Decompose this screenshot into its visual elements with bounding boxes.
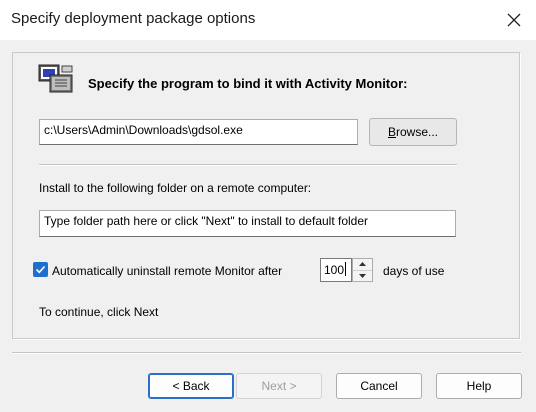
auto-uninstall-label: Automatically uninstall remote Monitor a… [52,264,283,278]
options-panel [12,52,521,340]
arrow-up-icon [359,262,366,267]
days-suffix-label: days of use [383,264,445,278]
days-value: 100 [324,263,345,277]
days-spinner[interactable] [352,258,373,282]
days-input[interactable]: 100 [320,258,352,282]
checkmark-icon [35,265,46,274]
browse-accelerator: B [387,125,396,139]
back-button[interactable]: < Back [148,373,234,399]
browse-label-rest: rowse... [396,125,439,139]
spin-up-button[interactable] [353,259,372,271]
footer-separator [12,352,521,354]
window-title: Specify deployment package options [11,10,256,27]
auto-uninstall-checkbox[interactable] [33,262,48,277]
help-button[interactable]: Help [436,373,522,399]
program-path-input[interactable]: c:\Users\Admin\Downloads\gdsol.exe [39,119,358,145]
close-button[interactable] [492,0,536,40]
remote-folder-input[interactable]: Type folder path here or click "Next" to… [39,210,456,237]
continue-hint: To continue, click Next [39,305,159,319]
browse-button[interactable]: Browse... [369,118,457,146]
spin-down-button[interactable] [353,271,372,282]
program-bind-icon [38,64,73,93]
arrow-down-icon [359,273,366,278]
title-bar: Specify deployment package options [0,0,536,40]
heading-text: Specify the program to bind it with Acti… [88,76,408,91]
text-caret [345,262,347,276]
cancel-button[interactable]: Cancel [336,373,422,399]
close-icon [507,13,521,27]
next-button[interactable]: Next > [236,373,322,399]
install-folder-label: Install to the following folder on a rem… [39,181,312,195]
separator [39,164,457,166]
